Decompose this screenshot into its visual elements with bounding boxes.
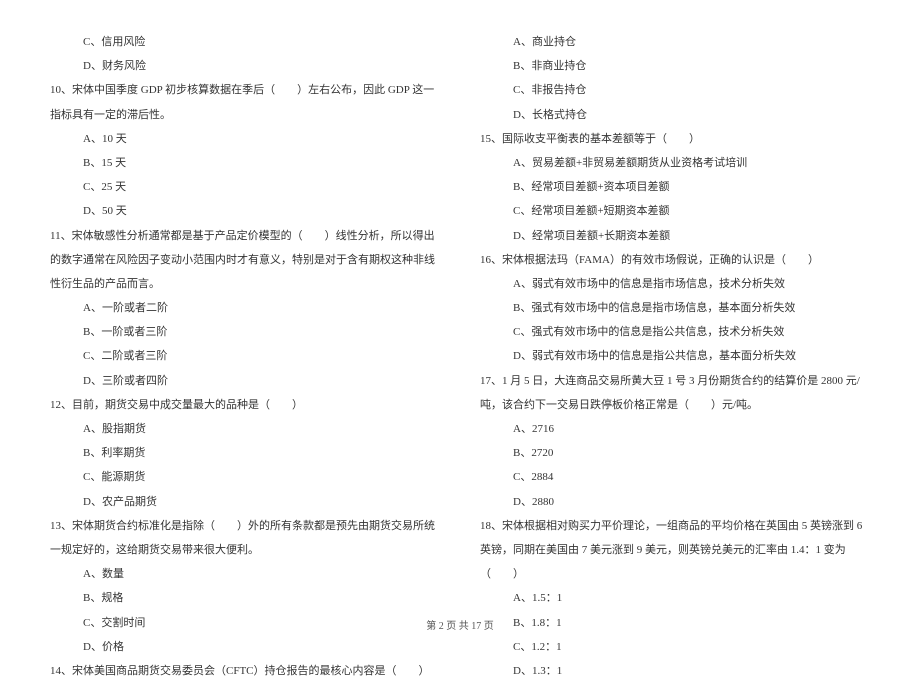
q12-option-c: C、能源期货 xyxy=(50,465,440,489)
question-15: 15、国际收支平衡表的基本差额等于（ ） xyxy=(480,127,870,151)
q11-option-c: C、二阶或者三阶 xyxy=(50,344,440,368)
q15-option-c: C、经常项目差额+短期资本差额 xyxy=(480,199,870,223)
two-column-layout: C、信用风险 D、财务风险 10、宋体中国季度 GDP 初步核算数据在季后（ ）… xyxy=(50,30,870,683)
q16-option-b: B、强式有效市场中的信息是指市场信息，基本面分析失效 xyxy=(480,296,870,320)
q18-option-a: A、1.5：1 xyxy=(480,586,870,610)
q13-option-d: D、价格 xyxy=(50,635,440,659)
q14-option-a: A、商业持仓 xyxy=(480,30,870,54)
question-13: 13、宋体期货合约标准化是指除（ ）外的所有条款都是预先由期货交易所统一规定好的… xyxy=(50,514,440,562)
q14-option-c: C、非报告持仓 xyxy=(480,78,870,102)
q13-option-a: A、数量 xyxy=(50,562,440,586)
q14-option-d: D、长格式持仓 xyxy=(480,103,870,127)
q15-option-d: D、经常项目差额+长期资本差额 xyxy=(480,224,870,248)
question-17: 17、1 月 5 日，大连商品交易所黄大豆 1 号 3 月份期货合约的结算价是 … xyxy=(480,369,870,417)
q16-option-a: A、弱式有效市场中的信息是指市场信息，技术分析失效 xyxy=(480,272,870,296)
q17-option-c: C、2884 xyxy=(480,465,870,489)
q11-option-a: A、一阶或者二阶 xyxy=(50,296,440,320)
q15-option-b: B、经常项目差额+资本项目差额 xyxy=(480,175,870,199)
q12-option-d: D、农产品期货 xyxy=(50,490,440,514)
q13-option-b: B、规格 xyxy=(50,586,440,610)
page-footer: 第 2 页 共 17 页 xyxy=(0,616,920,638)
option-c-prev: C、信用风险 xyxy=(50,30,440,54)
question-11: 11、宋体敏感性分析通常都是基于产品定价模型的（ ）线性分析，所以得出的数字通常… xyxy=(50,224,440,297)
q14-option-b: B、非商业持仓 xyxy=(480,54,870,78)
q11-option-d: D、三阶或者四阶 xyxy=(50,369,440,393)
left-column: C、信用风险 D、财务风险 10、宋体中国季度 GDP 初步核算数据在季后（ ）… xyxy=(50,30,440,683)
q12-option-a: A、股指期货 xyxy=(50,417,440,441)
q10-option-b: B、15 天 xyxy=(50,151,440,175)
q17-option-a: A、2716 xyxy=(480,417,870,441)
question-14: 14、宋体美国商品期货交易委员会（CFTC）持仓报告的最核心内容是（ ） xyxy=(50,659,440,683)
q10-option-c: C、25 天 xyxy=(50,175,440,199)
right-column: A、商业持仓 B、非商业持仓 C、非报告持仓 D、长格式持仓 15、国际收支平衡… xyxy=(480,30,870,683)
question-18: 18、宋体根据相对购买力平价理论，一组商品的平均价格在英国由 5 英镑涨到 6 … xyxy=(480,514,870,587)
question-16: 16、宋体根据法玛（FAMA）的有效市场假说，正确的认识是（ ） xyxy=(480,248,870,272)
q12-option-b: B、利率期货 xyxy=(50,441,440,465)
q10-option-d: D、50 天 xyxy=(50,199,440,223)
q18-option-d: D、1.3：1 xyxy=(480,659,870,683)
question-10: 10、宋体中国季度 GDP 初步核算数据在季后（ ）左右公布，因此 GDP 这一… xyxy=(50,78,440,126)
q16-option-d: D、弱式有效市场中的信息是指公共信息，基本面分析失效 xyxy=(480,344,870,368)
q18-option-c: C、1.2：1 xyxy=(480,635,870,659)
q17-option-d: D、2880 xyxy=(480,490,870,514)
q16-option-c: C、强式有效市场中的信息是指公共信息，技术分析失效 xyxy=(480,320,870,344)
option-d-prev: D、财务风险 xyxy=(50,54,440,78)
q10-option-a: A、10 天 xyxy=(50,127,440,151)
q17-option-b: B、2720 xyxy=(480,441,870,465)
question-12: 12、目前，期货交易中成交量最大的品种是（ ） xyxy=(50,393,440,417)
q11-option-b: B、一阶或者三阶 xyxy=(50,320,440,344)
q15-option-a: A、贸易差额+非贸易差额期货从业资格考试培训 xyxy=(480,151,870,175)
